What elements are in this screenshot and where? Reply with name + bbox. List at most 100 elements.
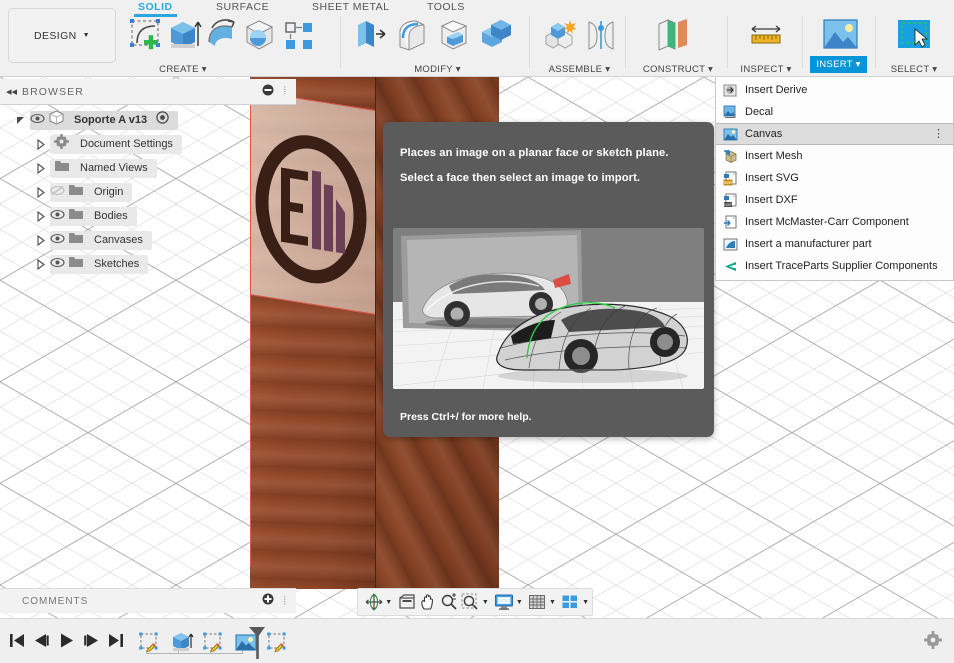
timeline-sketch-feature[interactable] [138, 632, 162, 654]
chevron-down-icon[interactable]: ▼ [549, 599, 556, 606]
tab-tools[interactable]: TOOLS [427, 0, 465, 14]
mcmaster-icon [723, 215, 738, 230]
visibility-eye-icon[interactable] [50, 207, 68, 225]
zoom-window-icon[interactable] [461, 591, 480, 613]
chevron-down-icon[interactable]: ▼ [582, 599, 589, 606]
look-at-icon[interactable] [397, 591, 416, 613]
ribbon-group-assemble-label[interactable]: ASSEMBLE ▾ [537, 64, 622, 75]
revolve-icon[interactable] [204, 14, 240, 58]
timeline-sketch-feature[interactable] [266, 632, 290, 654]
visibility-eye-off-icon[interactable] [50, 183, 68, 201]
menu-item-label: Decal [745, 106, 774, 118]
expander-collapsed-icon[interactable] [34, 186, 47, 199]
chevron-down-icon[interactable]: ▼ [482, 599, 489, 606]
browser-panel-header: ◂◂ BROWSER ⦙ [0, 79, 296, 105]
menu-item-label: Insert Derive [745, 84, 808, 96]
timeline-marker-icon[interactable] [248, 627, 266, 663]
ribbon-divider [529, 16, 530, 68]
construct-plane-icon[interactable] [655, 14, 695, 58]
go-to-end-icon[interactable] [106, 631, 125, 655]
shell-icon[interactable] [434, 14, 474, 58]
menu-item-insert-mesh[interactable]: Insert Mesh [716, 145, 953, 167]
visibility-eye-icon[interactable] [50, 255, 68, 273]
expander-expanded-icon[interactable] [14, 114, 27, 127]
tab-sheet-metal[interactable]: SHEET METAL [312, 0, 389, 14]
select-label-text: SELECT [890, 64, 930, 75]
tree-item-document-settings[interactable]: Document Settings [0, 132, 250, 156]
menu-item-insert-dxf[interactable]: DXF Insert DXF [716, 189, 953, 211]
timeline-extrude-feature[interactable] [170, 632, 194, 654]
grid-snaps-icon[interactable] [528, 591, 547, 613]
menu-item-insert-derive[interactable]: Insert Derive [716, 79, 953, 101]
display-settings-icon[interactable] [494, 591, 514, 613]
timeline-sketch-feature[interactable] [202, 632, 226, 654]
insert-dropdown-menu[interactable]: Insert Derive Decal Canvas ⋮ Insert Mesh… [715, 77, 954, 281]
visibility-eye-icon[interactable] [30, 111, 48, 129]
canvas-icon [723, 127, 738, 142]
chevron-down-icon[interactable]: ▼ [385, 599, 392, 606]
play-icon[interactable] [57, 631, 76, 655]
extrude-icon[interactable] [166, 14, 202, 58]
folder-icon [68, 231, 88, 249]
ribbon-group-modify-label[interactable]: MODIFY ▾ [350, 64, 525, 75]
tree-item-soporte-a[interactable]: Soporte A v13 [0, 108, 250, 132]
activate-component-icon[interactable] [156, 111, 169, 129]
sphere-icon[interactable] [242, 14, 278, 58]
grip-icon[interactable]: ⦙ [284, 595, 286, 608]
tree-item-bodies[interactable]: Bodies [0, 204, 250, 228]
create-sketch-icon[interactable] [128, 14, 164, 58]
menu-item-insert-svg[interactable]: SVG Insert SVG [716, 167, 953, 189]
select-window-icon[interactable] [894, 14, 934, 58]
zoom-icon[interactable] [440, 591, 459, 613]
double-left-arrow-icon[interactable]: ◂◂ [6, 85, 17, 98]
step-forward-icon[interactable] [82, 631, 101, 655]
pattern-icon[interactable] [280, 14, 316, 58]
svg-text:DXF: DXF [724, 202, 733, 207]
ribbon-group-select-label[interactable]: SELECT ▾ [884, 64, 944, 75]
insert-group-button[interactable]: INSERT ▾ [810, 56, 867, 73]
expander-collapsed-icon[interactable] [34, 138, 47, 151]
new-component-icon[interactable] [539, 14, 579, 58]
combine-icon[interactable] [476, 14, 516, 58]
tree-item-named-views[interactable]: Named Views [0, 156, 250, 180]
tree-item-origin[interactable]: Origin [0, 180, 250, 204]
menu-item-insert-traceparts[interactable]: Insert TraceParts Supplier Components [716, 255, 953, 277]
chevron-down-icon: ▾ [605, 64, 611, 75]
tree-item-canvases[interactable]: Canvases [0, 228, 250, 252]
pan-hand-icon[interactable] [418, 591, 437, 613]
ribbon-group-inspect-label[interactable]: INSPECT ▾ [735, 64, 797, 75]
joint-icon[interactable] [581, 14, 621, 58]
expander-collapsed-icon[interactable] [34, 162, 47, 175]
tooltip-illustration [393, 228, 704, 389]
ribbon-group-construct-label[interactable]: CONSTRUCT ▾ [633, 64, 723, 75]
menu-item-canvas[interactable]: Canvas ⋮ [716, 123, 953, 145]
grip-icon[interactable]: ⦙ [284, 85, 286, 98]
menu-item-insert-manufacturer-part[interactable]: Insert a manufacturer part [716, 233, 953, 255]
ribbon-group-create-label[interactable]: CREATE ▾ [128, 64, 238, 75]
design-workspace-button[interactable]: DESIGN ▼ [8, 8, 116, 63]
step-back-icon[interactable] [32, 631, 51, 655]
menu-item-decal[interactable]: Decal [716, 101, 953, 123]
viewports-icon[interactable] [561, 591, 580, 613]
expander-collapsed-icon[interactable] [34, 210, 47, 223]
chevron-down-icon[interactable]: ▼ [516, 599, 523, 606]
tree-item-sketches[interactable]: Sketches [0, 252, 250, 276]
expander-collapsed-icon[interactable] [34, 258, 47, 271]
canvas-command-tooltip: Places an image on a planar face or sket… [383, 122, 714, 437]
insert-image-icon[interactable] [820, 14, 860, 58]
overflow-menu-icon[interactable]: ⋮ [933, 129, 944, 140]
go-to-beginning-icon[interactable] [8, 631, 27, 655]
minus-circle-icon[interactable] [262, 83, 274, 101]
tab-solid[interactable]: SOLID [134, 0, 177, 17]
plus-circle-icon[interactable] [262, 592, 274, 610]
measure-icon[interactable] [746, 14, 786, 58]
orbit-icon[interactable] [364, 591, 383, 613]
press-pull-icon[interactable] [350, 14, 390, 58]
timeline-settings-gear-icon[interactable] [924, 631, 942, 654]
tab-surface[interactable]: SURFACE [216, 0, 269, 14]
menu-item-insert-mcmaster-carr[interactable]: Insert McMaster-Carr Component [716, 211, 953, 233]
decal-icon [723, 105, 738, 120]
visibility-eye-icon[interactable] [50, 231, 68, 249]
fillet-icon[interactable] [392, 14, 432, 58]
expander-collapsed-icon[interactable] [34, 234, 47, 247]
